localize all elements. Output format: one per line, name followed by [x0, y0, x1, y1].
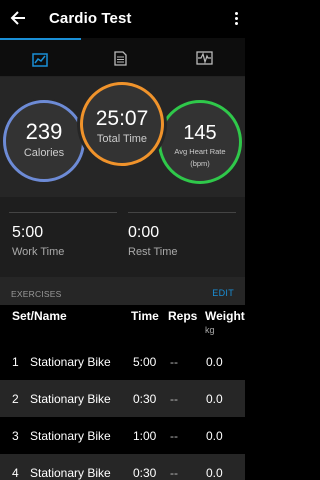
row-time: 0:30: [133, 466, 157, 480]
row-reps: --: [170, 392, 178, 406]
table-row[interactable]: 2 Stationary Bike 0:30 -- 0.0: [0, 380, 245, 417]
page-title: Cardio Test: [49, 10, 132, 27]
row-name: Stationary Bike: [30, 466, 111, 480]
tab-stats[interactable]: [0, 38, 81, 77]
table-row[interactable]: 1 Stationary Bike 5:00 -- 0.0: [0, 343, 245, 380]
row-reps: --: [170, 429, 178, 443]
heart-rate-value: 145: [183, 122, 217, 144]
calories-value: 239: [25, 119, 63, 144]
exercises-label: EXERCISES: [11, 289, 62, 299]
work-time-value: 5:00: [12, 224, 44, 241]
total-time-value: 25:07: [95, 107, 149, 130]
row-weight: 0.0: [206, 429, 223, 443]
row-time: 0:30: [133, 392, 157, 406]
row-weight: 0.0: [206, 392, 223, 406]
rest-time-value: 0:00: [128, 224, 160, 241]
waveform-tab-icon: [196, 51, 213, 65]
table-row[interactable]: 4 Stationary Bike 0:30 -- 0.0: [0, 454, 245, 480]
divider: [9, 212, 117, 213]
stats-panel: 239 Calories 145 Avg Heart Rate (bpm) 25…: [0, 77, 245, 197]
total-time-ring: 25:07 Total Time: [80, 82, 164, 166]
row-time: 1:00: [133, 429, 157, 443]
row-reps: --: [170, 466, 178, 480]
heart-rate-ring: 145 Avg Heart Rate (bpm): [158, 100, 242, 184]
tab-heartrate[interactable]: [164, 38, 245, 77]
table-row[interactable]: 3 Stationary Bike 1:00 -- 0.0: [0, 417, 245, 454]
chart-tab-icon: [32, 53, 48, 67]
rest-time-label: Rest Time: [128, 246, 178, 258]
app-bar: Cardio Test: [0, 0, 245, 38]
tab-bar: [0, 38, 245, 77]
col-reps: Reps: [168, 309, 198, 323]
row-reps: --: [170, 355, 178, 369]
more-options-icon[interactable]: [234, 12, 238, 26]
divider: [128, 212, 236, 213]
row-weight: 0.0: [206, 466, 223, 480]
row-number: 4: [12, 466, 19, 480]
time-summary: 5:00 Work Time 0:00 Rest Time: [0, 197, 245, 277]
heart-rate-unit: (bpm): [190, 159, 210, 168]
row-weight: 0.0: [206, 355, 223, 369]
row-name: Stationary Bike: [30, 355, 111, 369]
exercise-table-header: Set/Name Time Reps Weight kg: [0, 305, 245, 343]
col-weight-unit: kg: [205, 325, 215, 335]
document-tab-icon: [114, 51, 127, 66]
col-set-name: Set/Name: [12, 309, 67, 323]
row-number: 1: [12, 355, 19, 369]
col-time: Time: [131, 309, 159, 323]
tab-details[interactable]: [82, 38, 163, 77]
row-number: 2: [12, 392, 19, 406]
calories-ring: 239 Calories: [3, 100, 85, 182]
heart-rate-label: Avg Heart Rate: [174, 147, 226, 156]
calories-label: Calories: [23, 147, 65, 159]
row-name: Stationary Bike: [30, 392, 111, 406]
work-time-label: Work Time: [12, 246, 65, 258]
total-time-label: Total Time: [96, 133, 148, 145]
exercises-header: EXERCISES EDIT: [0, 277, 245, 305]
row-name: Stationary Bike: [30, 429, 111, 443]
back-arrow-icon[interactable]: [9, 9, 27, 27]
col-weight: Weight: [205, 309, 245, 323]
row-number: 3: [12, 429, 19, 443]
edit-button[interactable]: EDIT: [212, 288, 234, 298]
row-time: 5:00: [133, 355, 157, 369]
